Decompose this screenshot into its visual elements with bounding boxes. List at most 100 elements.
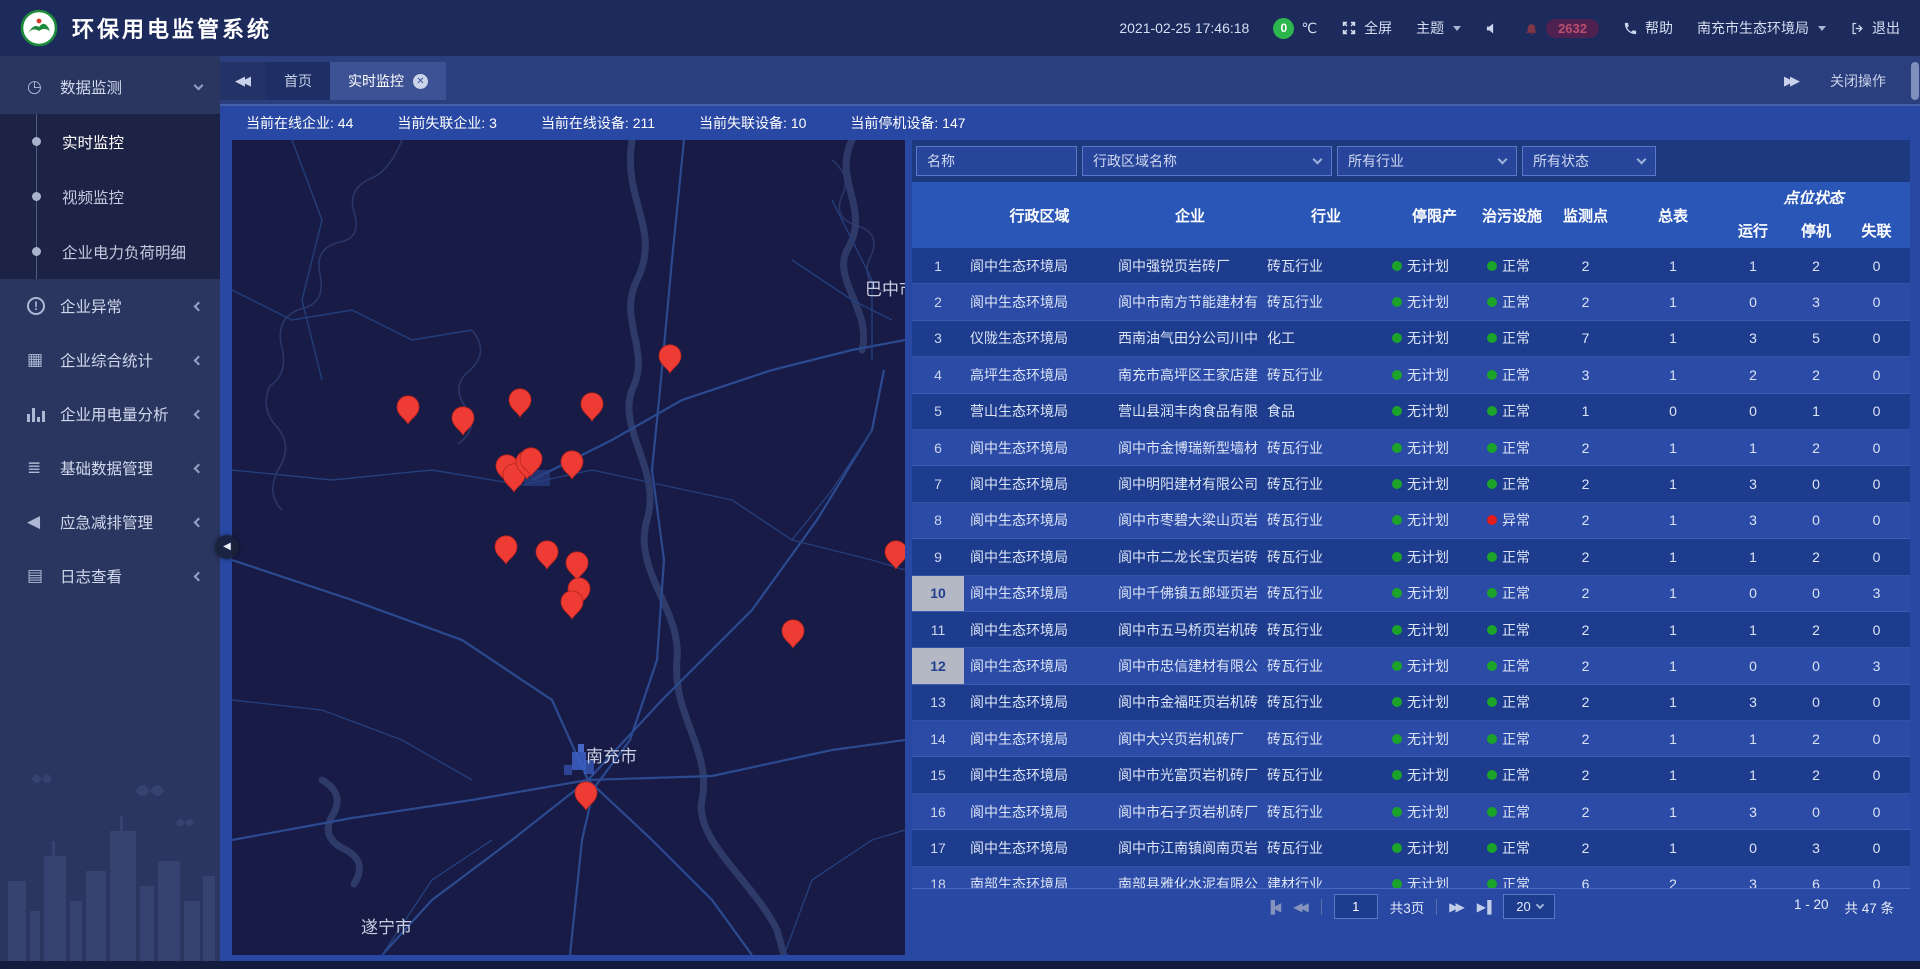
mute-button[interactable] [1485,21,1500,36]
status-dot-icon [1487,297,1497,307]
tab-1[interactable]: 实时监控✕ [330,62,446,100]
notifications[interactable]: 2632 [1524,19,1599,38]
stopped-cell: 2 [1789,248,1843,283]
status-dot-icon [1487,443,1497,453]
table-row[interactable]: 4高坪生态环境局南充市高坪区王家店建砖瓦行业无计划正常31220 [912,357,1910,393]
org-dropdown[interactable]: 南充市生态环境局 [1697,18,1826,38]
table-row[interactable]: 1阆中生态环境局阆中强锐页岩砖厂砖瓦行业无计划正常21120 [912,248,1910,284]
points-cell: 2 [1542,721,1629,756]
sidebar-item-6[interactable]: ▤日志查看 [0,549,220,603]
company-cell: 阆中强锐页岩砖厂 [1115,248,1265,283]
sidebar-item-1[interactable]: !企业异常 [0,279,220,333]
table-row[interactable]: 7阆中生态环境局阆中明阳建材有限公司砖瓦行业无计划正常21300 [912,466,1910,502]
status-dot-icon [1392,370,1402,380]
running-cell: 0 [1717,648,1789,683]
region-cell: 阆中生态环境局 [964,685,1115,720]
table-row[interactable]: 6阆中生态环境局阆中市金博瑞新型墙材砖瓦行业无计划正常21120 [912,430,1910,466]
page-size-select[interactable]: 20 [1503,894,1555,919]
lost-cell: 0 [1843,394,1910,429]
table-row[interactable]: 2阆中生态环境局阆中市南方节能建材有砖瓦行业无计划正常21030 [912,284,1910,320]
temperature-badge: 0 [1273,18,1294,39]
fullscreen-button[interactable]: 全屏 [1341,18,1392,38]
map-collapse-button[interactable]: ◀ [215,535,239,559]
table-row[interactable]: 18南部生态环境局南部县雅化水泥有限公建材行业无计划正常62360 [912,867,1910,888]
industry-cell: 砖瓦行业 [1265,757,1387,792]
map-panel[interactable]: 巴中市南充市遂宁市 ◀ [232,140,905,955]
sub-column-header: 停机 [1789,213,1843,248]
region-cell: 仪陇生态环境局 [964,321,1115,356]
table-row[interactable]: 15阆中生态环境局阆中市光富页岩机砖厂砖瓦行业无计划正常21120 [912,757,1910,793]
table-row[interactable]: 13阆中生态环境局阆中市金福旺页岩机砖砖瓦行业无计划正常21300 [912,685,1910,721]
first-page-button[interactable]: ▐◀ [1267,900,1282,914]
sub-column-header: 运行 [1717,213,1789,248]
status-dot-icon [1392,807,1402,817]
table-row[interactable]: 16阆中生态环境局阆中市石子页岩机砖厂砖瓦行业无计划正常21300 [912,794,1910,830]
stopped-cell: 2 [1789,430,1843,465]
name-filter-input[interactable] [916,146,1077,176]
prev-page-button[interactable]: ◀◀ [1293,900,1308,914]
sidebar-subitem[interactable]: 企业电力负荷明细 [0,224,220,279]
sidebar-item-5[interactable]: ◀应急减排管理 [0,495,220,549]
industry-cell: 化工 [1265,321,1387,356]
theme-dropdown[interactable]: 主题 [1416,18,1461,38]
status-dot-icon [1487,625,1497,635]
last-page-button[interactable]: ▶▐ [1477,900,1492,914]
total-pages-label: 共3页 [1390,897,1425,917]
help-button[interactable]: 帮助 [1623,18,1673,38]
industry-filter-select[interactable]: 所有行业 [1337,146,1517,176]
points-cell: 7 [1542,321,1629,356]
status-dot-icon [1392,515,1402,525]
company-cell: 阆中市忠信建材有限公 [1115,648,1265,683]
industry-cell: 砖瓦行业 [1265,466,1387,501]
facility-status-cell: 正常 [1482,757,1542,792]
sidebar-item-0[interactable]: ◷数据监测 [0,60,220,114]
page-number-input[interactable] [1334,894,1378,919]
table-row[interactable]: 3仪陇生态环境局西南油气田分公司川中化工无计划正常71350 [912,321,1910,357]
industry-cell: 建材行业 [1265,867,1387,888]
table-row[interactable]: 5营山生态环境局营山县润丰肉食品有限食品无计划正常10010 [912,394,1910,430]
production-status-label: 无计划 [1407,802,1449,822]
region-filter-select[interactable]: 行政区域名称 [1082,146,1332,176]
sidebar-subitem[interactable]: 实时监控 [0,114,220,169]
table-row[interactable]: 8阆中生态环境局阆中市枣碧大梁山页岩砖瓦行业无计划异常21300 [912,503,1910,539]
column-header: 行政区域 [964,182,1115,248]
temperature-indicator: 0 ℃ [1273,18,1317,39]
tab-0[interactable]: 首页 [266,62,330,100]
tabs-scroll-right-button[interactable]: ▶▶ [1784,73,1800,89]
production-status-cell: 无计划 [1387,757,1482,792]
scrollbar-thumb[interactable] [1911,62,1919,100]
row-index-cell: 8 [912,503,964,538]
close-operations-button[interactable]: 关闭操作 [1830,71,1886,91]
tabs-scroll-left-button[interactable]: ◀◀ [220,62,266,100]
column-header: 行业 [1265,182,1387,248]
table-row[interactable]: 10阆中生态环境局阆中千佛镇五郎垭页岩砖瓦行业无计划正常21003 [912,576,1910,612]
sidebar-item-label: 应急减排管理 [60,511,153,533]
sidebar-item-2[interactable]: ▦企业综合统计 [0,333,220,387]
stopped-cell: 0 [1789,503,1843,538]
table-row[interactable]: 14阆中生态环境局阆中大兴页岩机砖厂砖瓦行业无计划正常21120 [912,721,1910,757]
points-cell: 2 [1542,830,1629,865]
table-row[interactable]: 12阆中生态环境局阆中市忠信建材有限公砖瓦行业无计划正常21003 [912,648,1910,684]
company-cell: 阆中市江南镇阆南页岩 [1115,830,1265,865]
running-cell: 3 [1717,503,1789,538]
table-row[interactable]: 9阆中生态环境局阆中市二龙长宝页岩砖砖瓦行业无计划正常21120 [912,539,1910,575]
industry-cell: 砖瓦行业 [1265,503,1387,538]
sidebar-item-4[interactable]: ≣基础数据管理 [0,441,220,495]
status-filter-select[interactable]: 所有状态 [1522,146,1656,176]
industry-cell: 砖瓦行业 [1265,539,1387,574]
next-page-button[interactable]: ▶▶ [1449,900,1464,914]
facility-status-cell: 正常 [1482,648,1542,683]
production-status-cell: 无计划 [1387,248,1482,283]
facility-status-label: 正常 [1502,692,1530,712]
sidebar-subitem[interactable]: 视频监控 [0,169,220,224]
region-cell: 阆中生态环境局 [964,503,1115,538]
gauge-icon: ◷ [27,77,51,97]
table-row[interactable]: 17阆中生态环境局阆中市江南镇阆南页岩砖瓦行业无计划正常21030 [912,830,1910,866]
region-cell: 阆中生态环境局 [964,539,1115,574]
status-dot-icon [1392,661,1402,671]
logout-button[interactable]: 退出 [1850,18,1900,38]
sidebar-item-3[interactable]: 企业用电量分析 [0,387,220,441]
table-row[interactable]: 11阆中生态环境局阆中市五马桥页岩机砖砖瓦行业无计划正常21120 [912,612,1910,648]
facility-status-label: 正常 [1502,583,1530,603]
tab-close-icon[interactable]: ✕ [413,74,428,89]
